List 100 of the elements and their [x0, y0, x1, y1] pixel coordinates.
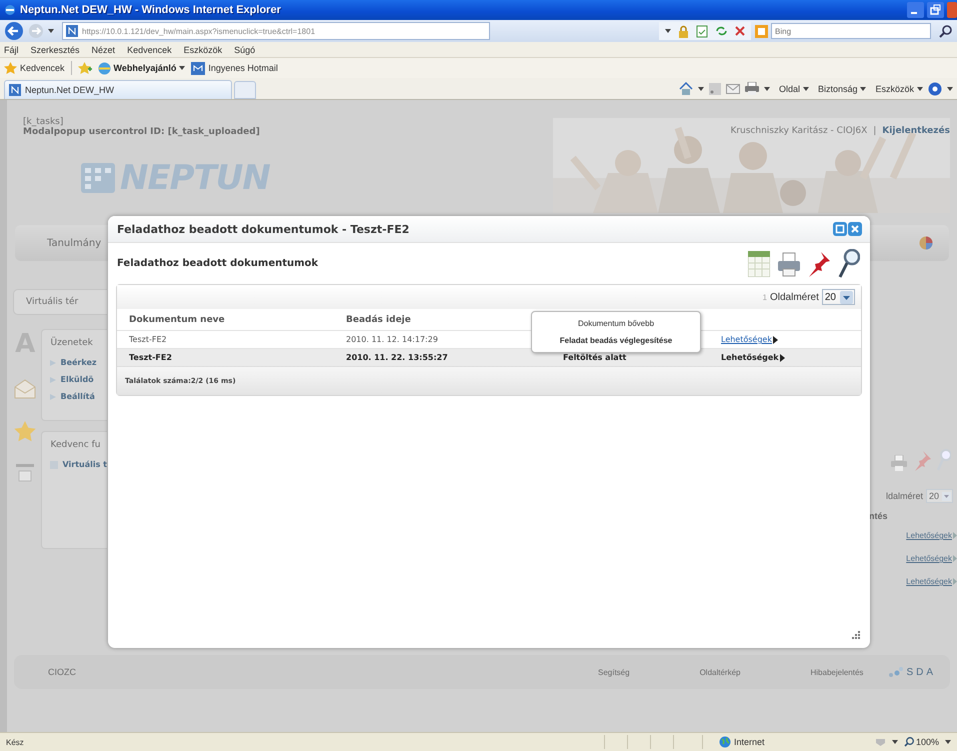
- printer-icon: [891, 455, 907, 471]
- options-link[interactable]: Lehetőségek: [906, 554, 957, 563]
- bullet-icon: [50, 376, 56, 382]
- search-icon: [937, 449, 951, 471]
- site-icon: [66, 25, 78, 37]
- table-cell-text: Teszt-FE2: [129, 335, 168, 344]
- menu-link[interactable]: Virtuális t: [62, 460, 107, 469]
- caret-icon: [917, 86, 923, 90]
- envelope-icon: [14, 379, 36, 399]
- footer-code: CIOZC: [48, 667, 76, 677]
- home-icon[interactable]: [678, 82, 693, 96]
- site-icon: [9, 84, 21, 96]
- table-row[interactable]: Teszt-FE2 2010. 11. 22. 13:55:27 Feltöltés alatt Lehetőségek: [117, 348, 861, 366]
- bullet-icon: [50, 360, 56, 366]
- restore-button[interactable]: [927, 2, 944, 18]
- printer-icon[interactable]: [778, 250, 800, 276]
- menu-item[interactable]: Fájl: [4, 44, 19, 54]
- refresh-icon[interactable]: [715, 25, 728, 37]
- list-icon: [16, 464, 34, 484]
- page-size-select[interactable]: 20: [926, 489, 953, 503]
- spreadsheet-icon[interactable]: [748, 250, 770, 276]
- options-link[interactable]: Lehetőségek: [906, 577, 957, 586]
- panel-title: Üzenetek: [50, 338, 94, 348]
- status-text: Kész: [6, 738, 24, 746]
- browser-tab[interactable]: Neptun.Net DEW_HW: [4, 80, 232, 99]
- table-cell-text: Teszt-FE2: [129, 353, 173, 362]
- panel-title: Kedvenc fu: [50, 440, 102, 450]
- column-header: ntés: [869, 511, 888, 521]
- favorite-link[interactable]: Webhelyajánló: [98, 62, 186, 74]
- mail-icon[interactable]: [726, 84, 740, 94]
- help-icon[interactable]: [928, 82, 942, 96]
- caret-icon: [179, 66, 186, 70]
- add-favorite-icon[interactable]: [78, 62, 92, 74]
- command-button[interactable]: Eszközök: [875, 84, 923, 94]
- section-heading: Feladathoz beadott dokumentumok: [117, 258, 318, 269]
- table-cell-text: 2010. 11. 22. 13:55:27: [346, 353, 449, 362]
- favorites-button[interactable]: Kedvencek: [4, 62, 65, 74]
- close-button[interactable]: [848, 222, 862, 236]
- page-size-label: Oldalméret: [770, 292, 819, 302]
- page-check-icon[interactable]: [696, 24, 708, 38]
- search-icon[interactable]: [838, 248, 860, 278]
- menu-link[interactable]: Beállítá: [60, 392, 95, 401]
- table-cell-text: Feltöltés alatt: [563, 353, 628, 362]
- options-link[interactable]: Lehetőségek: [721, 335, 778, 344]
- printer-icon[interactable]: [744, 82, 759, 95]
- bing-icon: [755, 24, 768, 38]
- menu-link[interactable]: Elküldö: [60, 375, 94, 384]
- page-size-label: ldalméret: [886, 491, 923, 501]
- logout-link[interactable]: Kijelentkezés: [882, 126, 950, 136]
- window-title: Neptun.Net DEW_HW - Windows Internet Explorer: [20, 4, 281, 16]
- menu-link[interactable]: Beérkez: [60, 358, 97, 367]
- arrow-icon: [772, 336, 778, 344]
- caret-icon: [802, 86, 809, 90]
- menu-item[interactable]: Eszközök: [184, 44, 222, 54]
- search-icon[interactable]: [939, 24, 953, 38]
- back-button[interactable]: [4, 21, 24, 41]
- vendor-logo-text: SDA: [906, 666, 936, 678]
- address-field[interactable]: https://10.0.1.121/dev_hw/main.aspx?ismenuclick=true&ctrl=1801: [62, 22, 490, 40]
- caret-icon[interactable]: [665, 29, 671, 33]
- caret-icon[interactable]: [48, 29, 54, 33]
- menu-item[interactable]: Szerkesztés: [30, 44, 80, 54]
- mail-icon: [191, 62, 206, 74]
- column-header: Dokumentum neve: [129, 314, 226, 324]
- options-link[interactable]: Lehetőségek: [721, 353, 785, 362]
- caret-icon[interactable]: [892, 740, 898, 744]
- caret-icon[interactable]: [947, 86, 953, 90]
- pin-icon[interactable]: [808, 250, 830, 276]
- security-zone: Internet: [702, 735, 869, 749]
- stop-icon[interactable]: [735, 26, 745, 36]
- menu-item[interactable]: Nézet: [92, 44, 116, 54]
- maximize-button[interactable]: [833, 222, 847, 236]
- globe-icon: [98, 62, 111, 74]
- dropdown-icon: [840, 290, 853, 304]
- modal-title: Feladathoz beadott dokumentumok - Teszt-FE2: [117, 222, 410, 236]
- arrow-icon: [953, 532, 957, 539]
- resize-grip-icon[interactable]: [851, 631, 860, 640]
- dropdown-icon: [942, 492, 951, 500]
- page-size-select[interactable]: 20: [822, 289, 855, 305]
- command-button[interactable]: Biztonság: [818, 84, 866, 94]
- pie-chart-icon: [919, 236, 933, 250]
- caret-icon[interactable]: [764, 86, 770, 90]
- command-button[interactable]: Oldal: [778, 84, 809, 94]
- minimize-button[interactable]: [907, 2, 924, 18]
- menu-item[interactable]: Kedvencek: [127, 44, 172, 54]
- caret-icon[interactable]: [945, 740, 951, 744]
- favorite-link[interactable]: Ingyenes Hotmail: [191, 62, 278, 74]
- separator-text: |: [873, 126, 876, 136]
- arrow-icon: [780, 354, 785, 362]
- menu-item[interactable]: Dokumentum bővebb: [570, 315, 662, 332]
- lock-icon: [678, 24, 689, 38]
- menu-item[interactable]: Feladat beadás véglegesítése: [552, 332, 680, 349]
- options-link[interactable]: Lehetőségek: [906, 531, 957, 540]
- search-field[interactable]: Bing: [771, 23, 931, 39]
- side-tab[interactable]: Virtuális tér: [13, 289, 107, 315]
- star-icon: [4, 62, 17, 74]
- arrow-icon: [953, 555, 957, 562]
- caret-icon[interactable]: [698, 86, 704, 90]
- zoom-button[interactable]: 100%: [904, 737, 939, 747]
- pin-icon: [913, 451, 931, 471]
- menu-item[interactable]: Súgó: [234, 44, 256, 54]
